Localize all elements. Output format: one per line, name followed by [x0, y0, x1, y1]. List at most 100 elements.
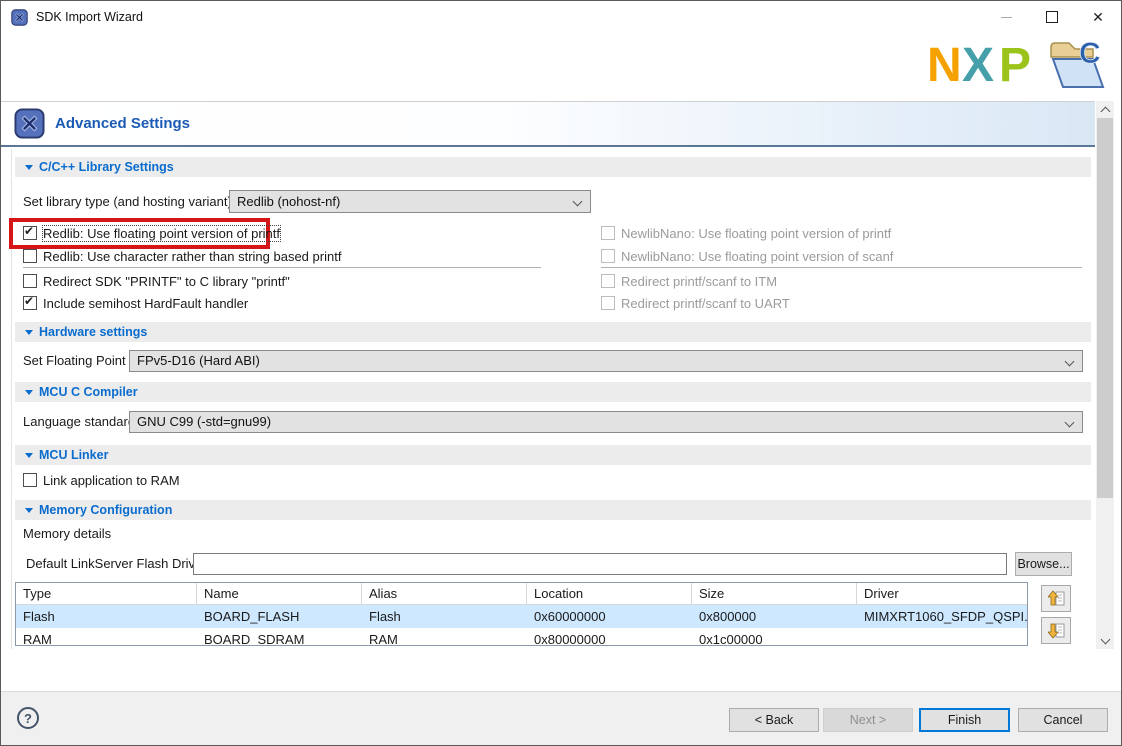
library-type-value: Redlib (nohost-nf): [230, 191, 590, 212]
separator: [601, 267, 1082, 268]
newlib-printf-checkbox: [601, 226, 615, 240]
svg-text:X: X: [962, 39, 994, 89]
semihost-label[interactable]: Include semihost HardFault handler: [43, 296, 248, 311]
minimize-button[interactable]: [983, 1, 1029, 33]
link-ram-label[interactable]: Link application to RAM: [43, 473, 180, 488]
column-header-location[interactable]: Location: [527, 583, 692, 604]
scrollbar-thumb[interactable]: [1097, 118, 1113, 498]
checkbox-row-newlib-printf: NewlibNano: Use floating point version o…: [601, 225, 891, 241]
close-button[interactable]: ✕: [1075, 1, 1121, 33]
cell-location: 0x80000000: [527, 632, 692, 646]
banner: N X P C: [1, 33, 1121, 101]
browse-button[interactable]: Browse...: [1015, 552, 1072, 576]
section-header-hardware[interactable]: Hardware settings: [15, 322, 1091, 342]
sdk-import-wizard-window: SDK Import Wizard ✕ N X P C: [0, 0, 1122, 746]
collapse-triangle-icon: [25, 165, 33, 170]
uart-label: Redirect printf/scanf to UART: [621, 296, 790, 311]
svg-text:P: P: [999, 39, 1031, 89]
cell-size: 0x1c00000: [692, 632, 857, 646]
section-title: MCU C Compiler: [39, 385, 138, 399]
table-row[interactable]: RAM BOARD_SDRAM RAM 0x80000000 0x1c00000: [16, 628, 1027, 646]
link-ram-checkbox[interactable]: [23, 473, 37, 487]
collapse-triangle-icon: [25, 453, 33, 458]
back-button[interactable]: < Back: [729, 708, 819, 732]
flash-driver-label: Default LinkServer Flash Driver: [26, 553, 207, 575]
footer-bar: ? < Back Next > Finish Cancel: [1, 691, 1121, 746]
app-icon: [11, 9, 28, 26]
cell-type: RAM: [16, 632, 197, 646]
page-title: Advanced Settings: [55, 115, 190, 132]
cell-alias: Flash: [362, 609, 527, 624]
section-header-library[interactable]: C/C++ Library Settings: [15, 157, 1091, 177]
close-icon: ✕: [1092, 10, 1104, 24]
chevron-down-icon: [1100, 634, 1110, 644]
section-header-linker[interactable]: MCU Linker: [15, 445, 1091, 465]
cell-location: 0x60000000: [527, 609, 692, 624]
uart-checkbox: [601, 296, 615, 310]
cell-alias: RAM: [362, 632, 527, 646]
newlib-printf-label: NewlibNano: Use floating point version o…: [621, 226, 891, 241]
svg-text:C: C: [1079, 37, 1101, 70]
folder-c-icon: C: [1043, 35, 1109, 98]
section-title: Memory Configuration: [39, 503, 172, 517]
move-down-button[interactable]: [1041, 617, 1071, 644]
help-button[interactable]: ?: [17, 707, 39, 729]
cell-name: BOARD_FLASH: [197, 609, 362, 624]
library-type-combo[interactable]: Redlib (nohost-nf): [229, 190, 591, 213]
finish-button[interactable]: Finish: [919, 708, 1010, 732]
column-header-driver[interactable]: Driver: [857, 583, 1027, 604]
checkbox-row-link-ram[interactable]: Link application to RAM: [23, 472, 180, 488]
cell-size: 0x800000: [692, 609, 857, 624]
newlib-scanf-label: NewlibNano: Use floating point version o…: [621, 249, 893, 264]
checkbox-row-uart: Redirect printf/scanf to UART: [601, 295, 790, 311]
svg-text:N: N: [927, 39, 962, 89]
checkbox-row-newlib-scanf: NewlibNano: Use floating point version o…: [601, 248, 893, 264]
arrow-up-icon: [1048, 590, 1065, 607]
mcuxpresso-icon: [14, 108, 45, 139]
fp-type-combo[interactable]: FPv5-D16 (Hard ABI): [129, 350, 1083, 372]
redlib-char-label[interactable]: Redlib: Use character rather than string…: [43, 249, 341, 264]
checkbox-row-redlib-float[interactable]: Redlib: Use floating point version of pr…: [23, 225, 280, 241]
redlib-char-checkbox[interactable]: [23, 249, 37, 263]
column-header-alias[interactable]: Alias: [362, 583, 527, 604]
section-title: Hardware settings: [39, 325, 147, 339]
cell-name: BOARD_SDRAM: [197, 632, 362, 646]
section-title: MCU Linker: [39, 448, 108, 462]
redlib-float-label[interactable]: Redlib: Use floating point version of pr…: [43, 226, 280, 241]
column-header-size[interactable]: Size: [692, 583, 857, 604]
cancel-button[interactable]: Cancel: [1018, 708, 1108, 732]
checkbox-row-redlib-char[interactable]: Redlib: Use character rather than string…: [23, 248, 341, 264]
language-standard-combo[interactable]: GNU C99 (-std=gnu99): [129, 411, 1083, 433]
caption-buttons: ✕: [983, 1, 1121, 33]
column-header-name[interactable]: Name: [197, 583, 362, 604]
scroll-up-button[interactable]: [1096, 101, 1114, 118]
next-button: Next >: [823, 708, 913, 732]
checkbox-row-semihost[interactable]: Include semihost HardFault handler: [23, 295, 248, 311]
memory-table-header: Type Name Alias Location Size Driver: [16, 583, 1027, 605]
itm-label: Redirect printf/scanf to ITM: [621, 274, 777, 289]
newlib-scanf-checkbox: [601, 249, 615, 263]
section-header-memory[interactable]: Memory Configuration: [15, 500, 1091, 520]
scroll-down-button[interactable]: [1096, 632, 1114, 649]
language-standard-label: Language standard: [23, 411, 135, 433]
table-row[interactable]: Flash BOARD_FLASH Flash 0x60000000 0x800…: [16, 605, 1027, 628]
redlib-float-checkbox[interactable]: [23, 226, 37, 240]
column-header-type[interactable]: Type: [16, 583, 197, 604]
checkbox-row-redirect-printf[interactable]: Redirect SDK "PRINTF" to C library "prin…: [23, 273, 290, 289]
flash-driver-input[interactable]: [193, 553, 1007, 575]
titlebar[interactable]: SDK Import Wizard ✕: [1, 1, 1121, 33]
minimize-icon: [1001, 17, 1012, 18]
separator: [23, 267, 541, 268]
move-up-button[interactable]: [1041, 585, 1071, 612]
redirect-printf-checkbox[interactable]: [23, 274, 37, 288]
collapse-triangle-icon: [25, 508, 33, 513]
collapse-triangle-icon: [25, 390, 33, 395]
chevron-up-icon: [1100, 106, 1110, 116]
window-title: SDK Import Wizard: [36, 10, 143, 24]
redirect-printf-label[interactable]: Redirect SDK "PRINTF" to C library "prin…: [43, 274, 290, 289]
section-header-compiler[interactable]: MCU C Compiler: [15, 382, 1091, 402]
maximize-button[interactable]: [1029, 1, 1075, 33]
semihost-checkbox[interactable]: [23, 296, 37, 310]
vertical-scrollbar[interactable]: [1096, 101, 1114, 649]
library-type-label: Set library type (and hosting variant): [23, 190, 232, 213]
